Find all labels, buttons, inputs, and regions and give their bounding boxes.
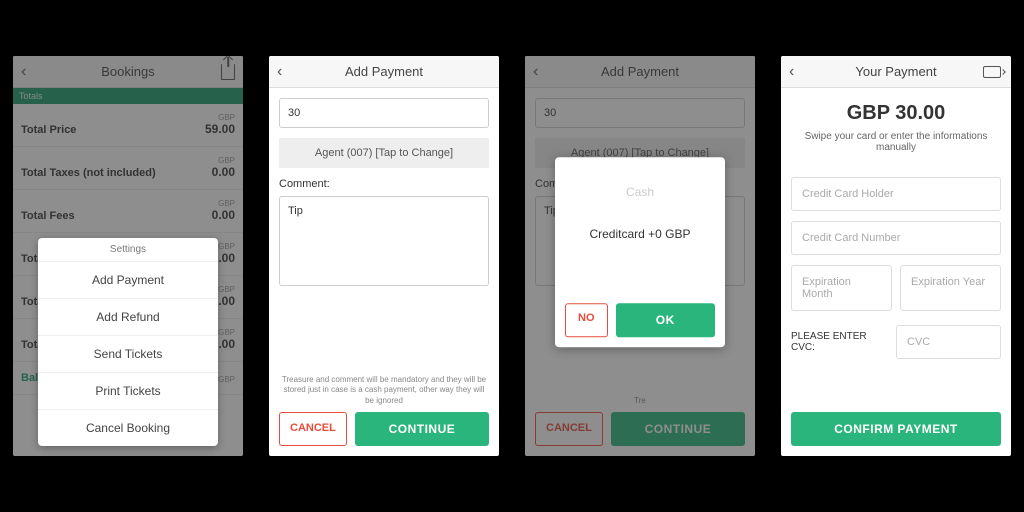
agent-selector[interactable]: Agent (007) [Tap to Change]: [279, 138, 489, 168]
exp-year-input[interactable]: Expiration Year: [900, 265, 1001, 311]
disclaimer-text: Treasure and comment will be mandatory a…: [279, 375, 489, 406]
payment-amount: GBP 30.00: [781, 88, 1011, 131]
cvc-input[interactable]: CVC: [896, 325, 1001, 359]
page-title: Add Payment: [345, 64, 423, 79]
menu-print-tickets[interactable]: Print Tickets: [38, 373, 218, 410]
payment-subtitle: Swipe your card or enter the information…: [781, 131, 1011, 167]
menu-cancel-booking[interactable]: Cancel Booking: [38, 410, 218, 446]
option-cash[interactable]: Cash: [565, 171, 715, 213]
card-number-input[interactable]: Credit Card Number: [791, 221, 1001, 255]
ok-button[interactable]: OK: [616, 303, 716, 337]
exp-month-input[interactable]: Expiration Month: [791, 265, 892, 311]
screen-your-payment: ‹ Your Payment GBP 30.00 Swipe your card…: [781, 56, 1011, 456]
menu-add-refund[interactable]: Add Refund: [38, 299, 218, 336]
continue-button[interactable]: CONTINUE: [355, 412, 489, 446]
amount-input[interactable]: 30: [279, 98, 489, 128]
option-creditcard[interactable]: Creditcard +0 GBP: [565, 213, 715, 255]
cancel-button[interactable]: CANCEL: [279, 412, 347, 446]
settings-menu: Settings Add Payment Add Refund Send Tic…: [38, 238, 218, 446]
header: ‹ Add Payment: [269, 56, 499, 88]
header: ‹ Your Payment: [781, 56, 1011, 88]
no-button[interactable]: NO: [565, 303, 608, 337]
back-icon[interactable]: ‹: [277, 63, 282, 81]
cvc-label: PLEASE ENTER CVC:: [791, 331, 886, 353]
screen-add-payment: ‹ Add Payment 30 Agent (007) [Tap to Cha…: [269, 56, 499, 456]
menu-title: Settings: [38, 238, 218, 262]
screen-bookings-settings: ‹ Bookings Totals Total PriceGBP59.00 To…: [13, 56, 243, 456]
menu-add-payment[interactable]: Add Payment: [38, 262, 218, 299]
card-holder-input[interactable]: Credit Card Holder: [791, 177, 1001, 211]
comment-input[interactable]: Tip: [279, 196, 489, 286]
page-title: Your Payment: [855, 64, 936, 79]
confirm-payment-button[interactable]: CONFIRM PAYMENT: [791, 412, 1001, 446]
cardreader-icon[interactable]: [983, 66, 1001, 78]
menu-send-tickets[interactable]: Send Tickets: [38, 336, 218, 373]
payment-method-modal: Cash Creditcard +0 GBP NO OK: [555, 157, 725, 347]
back-icon[interactable]: ‹: [789, 63, 794, 81]
comment-label: Comment:: [279, 178, 489, 190]
screen-payment-method: ‹ Add Payment 30 Agent (007) [Tap to Cha…: [525, 56, 755, 456]
